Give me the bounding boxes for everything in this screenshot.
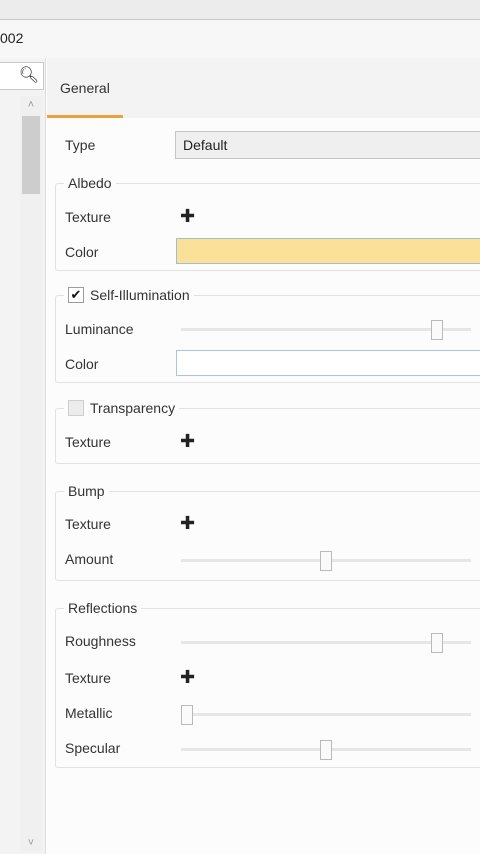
type-label: Type (65, 137, 96, 153)
document-tab[interactable]: 002 (0, 30, 23, 46)
transparency-add-texture-icon[interactable]: ✚ (180, 432, 195, 450)
search-input[interactable]: 🔍︎ (0, 62, 44, 90)
general-panel: Type Default Albedo Texture ✚ Color ✔ Se… (47, 118, 480, 854)
self-illumination-group: ✔ Self-Illumination Luminance Color (55, 286, 480, 383)
specular-thumb[interactable] (320, 740, 332, 760)
bump-amount-label: Amount (65, 551, 114, 567)
metallic-thumb[interactable] (181, 705, 193, 725)
reflections-add-texture-icon[interactable]: ✚ (180, 668, 195, 686)
albedo-group: Albedo Texture ✚ Color (55, 174, 480, 271)
self-illumination-title: ✔ Self-Illumination (64, 286, 194, 304)
roughness-label: Roughness (65, 633, 136, 649)
luminance-slider[interactable] (181, 320, 471, 340)
self-illumination-color-swatch[interactable] (176, 350, 480, 376)
roughness-slider[interactable] (181, 633, 471, 653)
document-bar: 002 (0, 20, 480, 58)
bump-group: Bump Texture ✚ Amount (55, 482, 480, 581)
bump-amount-slider[interactable] (181, 551, 471, 571)
metallic-label: Metallic (65, 705, 113, 721)
left-pane: 🔍︎ ˄ ˅ (0, 58, 46, 854)
vertical-scrollbar[interactable]: ˄ ˅ (20, 96, 42, 852)
tab-general-label: General (60, 80, 110, 96)
reflections-group: Reflections Roughness Texture ✚ Metallic… (55, 599, 480, 768)
window-titlebar (0, 0, 480, 20)
transparency-texture-label: Texture (65, 434, 111, 450)
reflections-texture-label: Texture (65, 670, 111, 686)
bump-title: Bump (64, 482, 109, 500)
bump-texture-label: Texture (65, 516, 111, 532)
albedo-texture-label: Texture (65, 209, 111, 225)
albedo-color-label: Color (65, 244, 99, 260)
metallic-track (181, 713, 471, 716)
albedo-title: Albedo (64, 174, 116, 192)
transparency-title: Transparency (64, 399, 180, 417)
metallic-slider[interactable] (181, 705, 471, 725)
luminance-label: Luminance (65, 321, 134, 337)
scroll-down-icon[interactable]: ˅ (20, 834, 42, 852)
specular-label: Specular (65, 740, 121, 756)
search-icon[interactable]: 🔍︎ (19, 67, 39, 85)
albedo-color-swatch[interactable] (176, 238, 480, 264)
transparency-group: Transparency Texture ✚ (55, 399, 480, 464)
type-dropdown[interactable]: Default (175, 131, 480, 159)
roughness-thumb[interactable] (431, 633, 444, 653)
properties-pane: General Type Default Albedo Texture ✚ Co… (47, 58, 480, 854)
roughness-track (181, 641, 471, 644)
scroll-thumb[interactable] (22, 116, 40, 194)
luminance-track (181, 328, 471, 331)
bump-amount-thumb[interactable] (320, 551, 332, 571)
luminance-thumb[interactable] (431, 320, 444, 340)
specular-slider[interactable] (181, 740, 471, 760)
transparency-checkbox[interactable] (68, 400, 84, 416)
self-illumination-checkbox[interactable]: ✔ (68, 287, 84, 303)
tab-strip: General (47, 58, 480, 118)
albedo-add-texture-icon[interactable]: ✚ (180, 207, 195, 225)
self-illumination-color-label: Color (65, 356, 99, 372)
reflections-title: Reflections (64, 599, 142, 617)
scroll-up-icon[interactable]: ˄ (20, 96, 42, 114)
tab-general[interactable]: General (47, 58, 123, 118)
bump-add-texture-icon[interactable]: ✚ (180, 514, 195, 532)
